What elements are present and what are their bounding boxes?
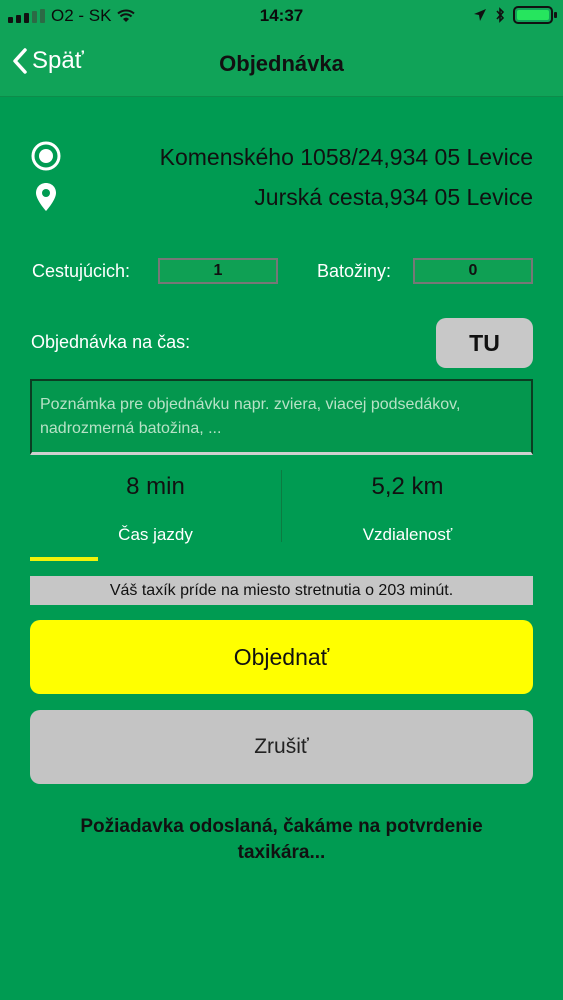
battery-icon [513,6,557,24]
luggage-label: Batožiny: [317,261,392,281]
page-title: Objednávka [219,51,344,76]
distance-label: Vzdialenosť [362,525,453,544]
route-destination-address: Jurská cesta,934 05 Levice [254,184,533,210]
origin-target-icon [31,141,61,171]
map-pin-icon [36,183,56,211]
status-bar: O2 - SK 14:37 [0,0,563,34]
ride-duration-value: 8 min [126,473,185,500]
navigation-bar: Späť Objednávka [0,34,563,97]
order-note-textarea[interactable]: Poznámka pre objednávku napr. zviera, vi… [30,379,533,455]
route-origin-row: Komenského 1058/24,934 05 Levice [0,138,563,178]
luggage-input[interactable]: 0 [413,258,533,284]
order-button[interactable]: Objednať [30,620,533,694]
passengers-input[interactable]: 1 [158,258,278,284]
bluetooth-icon [496,7,505,23]
route-destination-row: Jurská cesta,934 05 Levice [0,178,563,218]
location-arrow-icon [474,9,486,21]
request-status-message: Požiadavka odoslaná, čakáme na potvrdeni… [80,816,483,863]
cancel-button[interactable]: Zrušiť [30,710,533,784]
tab-indicator [30,557,98,561]
time-order-label: Objednávka na čas: [31,332,191,352]
route-origin-address: Komenského 1058/24,934 05 Levice [159,144,533,170]
distance-value: 5,2 km [371,473,444,500]
ride-duration-label: Čas jazdy [118,525,193,544]
time-now-button[interactable]: TU [436,318,533,368]
arrival-info-bar: Váš taxík príde na miesto stretnutia o 2… [30,576,533,605]
passengers-label: Cestujúcich: [32,261,131,281]
